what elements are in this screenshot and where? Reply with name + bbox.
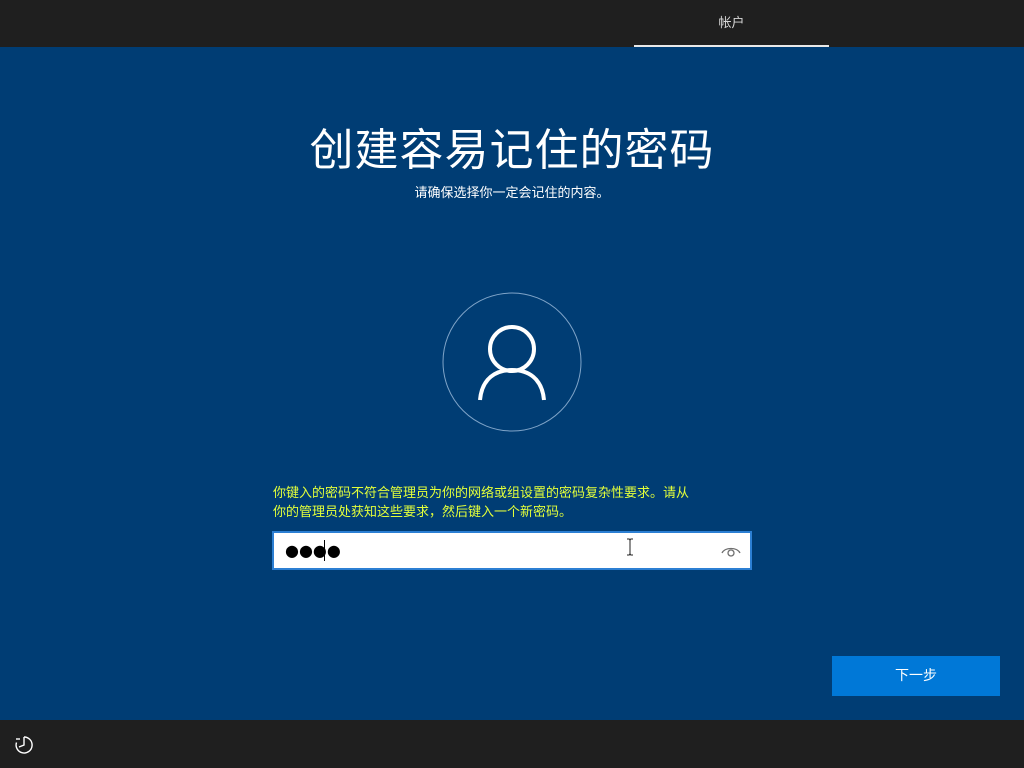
top-bar: 帐户 [0,0,1024,47]
password-error-line-1: 你键入的密码不符合管理员为你的网络或组设置的密码复杂性要求。请从 [273,486,690,501]
page-subtitle: 请确保选择你一定会记住的内容。 [414,186,610,201]
text-caret [324,540,325,561]
tab-account: 帐户 [634,0,829,47]
password-error-line-2: 你的管理员处获知这些要求，然后键入一个新密码。 [273,505,573,520]
password-input[interactable]: ●●●● [272,531,752,570]
next-button[interactable]: 下一步 [832,656,1000,696]
ibeam-cursor-icon [626,538,634,556]
accessibility-icon[interactable] [13,734,35,756]
password-error-message: 你键入的密码不符合管理员为你的网络或组设置的密码复杂性要求。请从 你的管理员处获… [273,484,763,522]
user-icon [442,292,582,432]
eye-icon[interactable] [718,538,744,563]
tab-account-label: 帐户 [718,16,745,31]
main-panel: 创建容易记住的密码 请确保选择你一定会记住的内容。 你键入的密码不符合管理员为你… [0,47,1024,720]
page-title: 创建容易记住的密码 [309,125,715,176]
bottom-bar [0,720,1024,768]
password-masked-value: ●●●● [285,541,341,560]
